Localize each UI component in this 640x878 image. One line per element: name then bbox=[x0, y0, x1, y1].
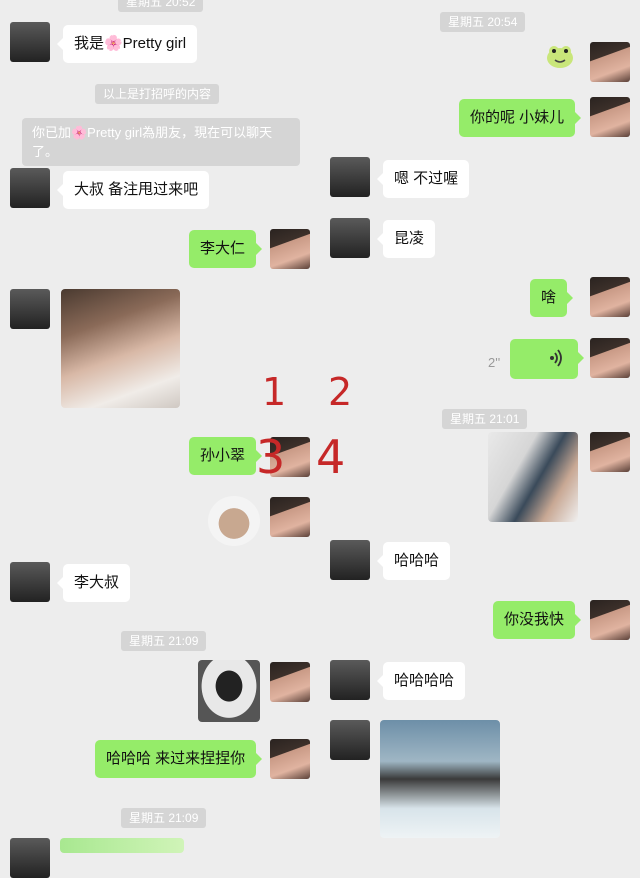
message-bubble[interactable]: 昆凌 bbox=[376, 220, 436, 258]
message-bubble[interactable]: 你的呢 小妹儿 bbox=[459, 99, 582, 137]
message-bubble[interactable]: 大叔 备注甩过来吧 bbox=[56, 171, 210, 209]
red-marker: 2 bbox=[328, 370, 353, 414]
message-bubble[interactable]: 哈哈哈 来过来捏捏你 bbox=[95, 740, 263, 778]
message-bubble[interactable]: 我是🌸Pretty girl bbox=[56, 25, 198, 63]
timestamp: 星期五 20:54 bbox=[440, 12, 526, 32]
friend-avatar[interactable] bbox=[330, 660, 370, 700]
timestamp: 星期五 20:52 bbox=[118, 0, 204, 12]
self-avatar[interactable] bbox=[590, 42, 630, 82]
self-avatar[interactable] bbox=[590, 600, 630, 640]
message-bubble[interactable]: 嗯 不过喔 bbox=[376, 160, 470, 198]
message-bubble[interactable]: 李大叔 bbox=[56, 564, 131, 602]
self-avatar[interactable] bbox=[590, 97, 630, 137]
photo-message[interactable] bbox=[60, 838, 184, 853]
self-avatar[interactable] bbox=[270, 229, 310, 269]
red-marker: 1 bbox=[262, 370, 287, 414]
message-bubble[interactable]: 你没我快 bbox=[493, 601, 582, 639]
photo-message[interactable] bbox=[198, 660, 260, 722]
friend-avatar[interactable] bbox=[10, 22, 50, 62]
friend-avatar[interactable] bbox=[10, 562, 50, 602]
timestamp: 星期五 21:01 bbox=[442, 409, 528, 429]
self-avatar[interactable] bbox=[590, 432, 630, 472]
photo-message[interactable] bbox=[61, 289, 180, 408]
voice-message[interactable] bbox=[510, 339, 584, 379]
self-avatar[interactable] bbox=[270, 662, 310, 702]
red-marker: 3 bbox=[256, 430, 286, 484]
red-marker: 4 bbox=[316, 430, 346, 484]
friend-avatar[interactable] bbox=[330, 157, 370, 197]
sticker-message[interactable] bbox=[208, 496, 260, 546]
message-bubble[interactable]: 孙小翠 bbox=[189, 437, 263, 475]
photo-message[interactable] bbox=[488, 432, 578, 522]
gif-message[interactable] bbox=[380, 720, 500, 838]
friend-avatar[interactable] bbox=[330, 218, 370, 258]
friend-avatar[interactable] bbox=[10, 838, 50, 878]
timestamp: 星期五 21:09 bbox=[121, 631, 207, 651]
message-bubble[interactable]: 啥 bbox=[530, 279, 574, 317]
timestamp: 星期五 21:09 bbox=[121, 808, 207, 828]
voice-duration: 2'' bbox=[488, 355, 501, 370]
friend-avatar[interactable] bbox=[10, 168, 50, 208]
self-avatar[interactable] bbox=[270, 739, 310, 779]
system-note: 以上是打招呼的内容 bbox=[95, 84, 220, 104]
message-bubble[interactable]: 哈哈哈 bbox=[376, 542, 451, 580]
voice-wave-icon bbox=[548, 348, 564, 375]
message-bubble[interactable]: 李大仁 bbox=[189, 230, 263, 268]
self-avatar[interactable] bbox=[590, 277, 630, 317]
system-note: 你已加🌸Pretty girl為朋友，現在可以聊天了。 bbox=[22, 118, 300, 166]
self-avatar[interactable] bbox=[590, 338, 630, 378]
self-avatar[interactable] bbox=[270, 497, 310, 537]
message-bubble[interactable]: 哈哈哈哈 bbox=[376, 662, 466, 700]
friend-avatar[interactable] bbox=[330, 720, 370, 760]
sticker-frog-icon[interactable] bbox=[543, 42, 577, 70]
friend-avatar[interactable] bbox=[10, 289, 50, 329]
friend-avatar[interactable] bbox=[330, 540, 370, 580]
